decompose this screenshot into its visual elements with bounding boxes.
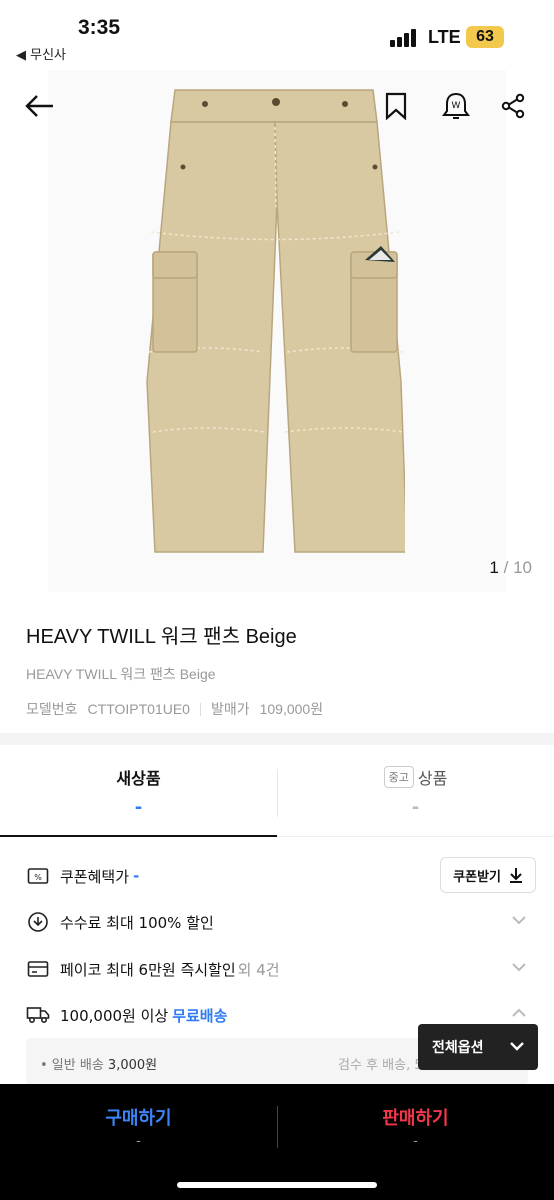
sell-label: 판매하기: [382, 1108, 449, 1129]
fee-discount-row[interactable]: 수수료 최대 100% 할인: [26, 907, 536, 937]
battery-indicator: 63: [466, 26, 504, 48]
bell-icon: W: [442, 92, 470, 119]
all-options-button[interactable]: 전체옵션: [418, 1024, 538, 1070]
chevron-down-icon: [512, 963, 526, 972]
release-price-label: 발매가: [210, 701, 250, 717]
share-button[interactable]: [493, 86, 533, 126]
meta-divider: [199, 702, 201, 716]
tab-new-product[interactable]: 새상품 -: [0, 745, 277, 837]
chevron-down-icon: [510, 1042, 524, 1051]
payco-extra: 외 4건: [237, 960, 280, 979]
image-counter-total: 10: [513, 558, 532, 577]
buy-button[interactable]: 구매하기 -: [0, 1104, 277, 1149]
buy-label: 구매하기: [105, 1108, 172, 1129]
payco-discount-row[interactable]: 페이코 최대 6만원 즉시할인 외 4건: [26, 954, 536, 984]
status-time: 3:35: [78, 16, 121, 39]
bookmark-icon: [385, 92, 407, 120]
shipping-note: 검수 후 배송, 5: [338, 1058, 423, 1073]
back-to-app-link[interactable]: ◀ 무신사: [16, 44, 66, 63]
model-number-value: CTTOIPT01UE0: [87, 701, 190, 717]
free-shipping-label: 무료배송: [172, 1006, 228, 1025]
tab-used-price: -: [411, 797, 420, 818]
standard-shipping-fee: 3,000원: [107, 1058, 158, 1073]
status-bar: 3:35 ◀ 무신사 LTE 63: [0, 0, 554, 70]
back-button[interactable]: [20, 86, 60, 126]
tab-used-product[interactable]: 중고 상품 -: [277, 745, 554, 837]
product-gallery[interactable]: W 1 / 10: [0, 70, 554, 592]
product-info: HEAVY TWILL 워크 팬츠 Beige HEAVY TWILL 워크 팬…: [26, 620, 536, 719]
get-coupon-label: 쿠폰받기: [453, 869, 501, 885]
standard-shipping: • 일반 배송 3,000원: [40, 1054, 157, 1073]
standard-shipping-label: • 일반 배송: [40, 1058, 104, 1073]
discount-icon: [26, 910, 50, 934]
chevron-down-icon: [512, 916, 526, 925]
truck-icon: [26, 1003, 50, 1027]
svg-text:W: W: [452, 101, 461, 111]
payco-discount-label: 페이코 최대 6만원 즉시할인: [60, 960, 236, 979]
share-icon: [501, 93, 525, 119]
shipping-label: 100,000원 이상: [60, 1006, 169, 1025]
condition-tabs: 새상품 - 중고 상품 -: [0, 745, 554, 837]
image-counter-current: 1: [489, 558, 499, 577]
section-divider: [0, 733, 554, 745]
release-price-value: 109,000원: [259, 701, 324, 717]
signal-icon: [390, 29, 420, 47]
download-icon: [510, 868, 522, 883]
fee-discount-label: 수수료 최대 100% 할인: [60, 913, 214, 932]
arrow-left-icon: [25, 95, 53, 117]
home-indicator[interactable]: [177, 1182, 377, 1188]
buy-price: -: [136, 1134, 141, 1149]
product-image[interactable]: [145, 82, 405, 562]
network-label: LTE: [428, 27, 461, 47]
coupon-value: -: [133, 867, 140, 885]
svg-text:%: %: [34, 873, 42, 882]
card-icon: [26, 957, 50, 981]
product-title: HEAVY TWILL 워크 팬츠 Beige: [26, 626, 297, 648]
sell-button[interactable]: 판매하기 -: [277, 1104, 554, 1149]
bookmark-button[interactable]: [376, 86, 416, 126]
all-options-label: 전체옵션: [432, 1040, 484, 1056]
model-number-label: 모델번호: [26, 701, 78, 717]
sell-price: -: [413, 1134, 418, 1149]
price-alert-button[interactable]: W: [436, 86, 476, 126]
tab-new-label: 새상품: [116, 769, 161, 788]
image-counter-separator: /: [503, 558, 509, 577]
get-coupon-button[interactable]: 쿠폰받기: [440, 857, 536, 893]
product-subtitle: HEAVY TWILL 워크 팬츠 Beige: [26, 666, 216, 682]
coupon-benefit-row: % 쿠폰혜택가 - 쿠폰받기: [26, 857, 536, 893]
coupon-label: 쿠폰혜택가: [60, 867, 130, 886]
tab-new-price: -: [134, 797, 143, 818]
image-counter: 1 / 10: [489, 558, 532, 578]
tab-used-label: 상품: [417, 769, 448, 788]
coupon-icon: %: [26, 864, 50, 888]
chevron-up-icon: [512, 1008, 526, 1017]
product-meta: 모델번호 CTTOIPT01UE0 발매가 109,000원: [26, 699, 536, 719]
used-badge: 중고: [383, 766, 414, 788]
